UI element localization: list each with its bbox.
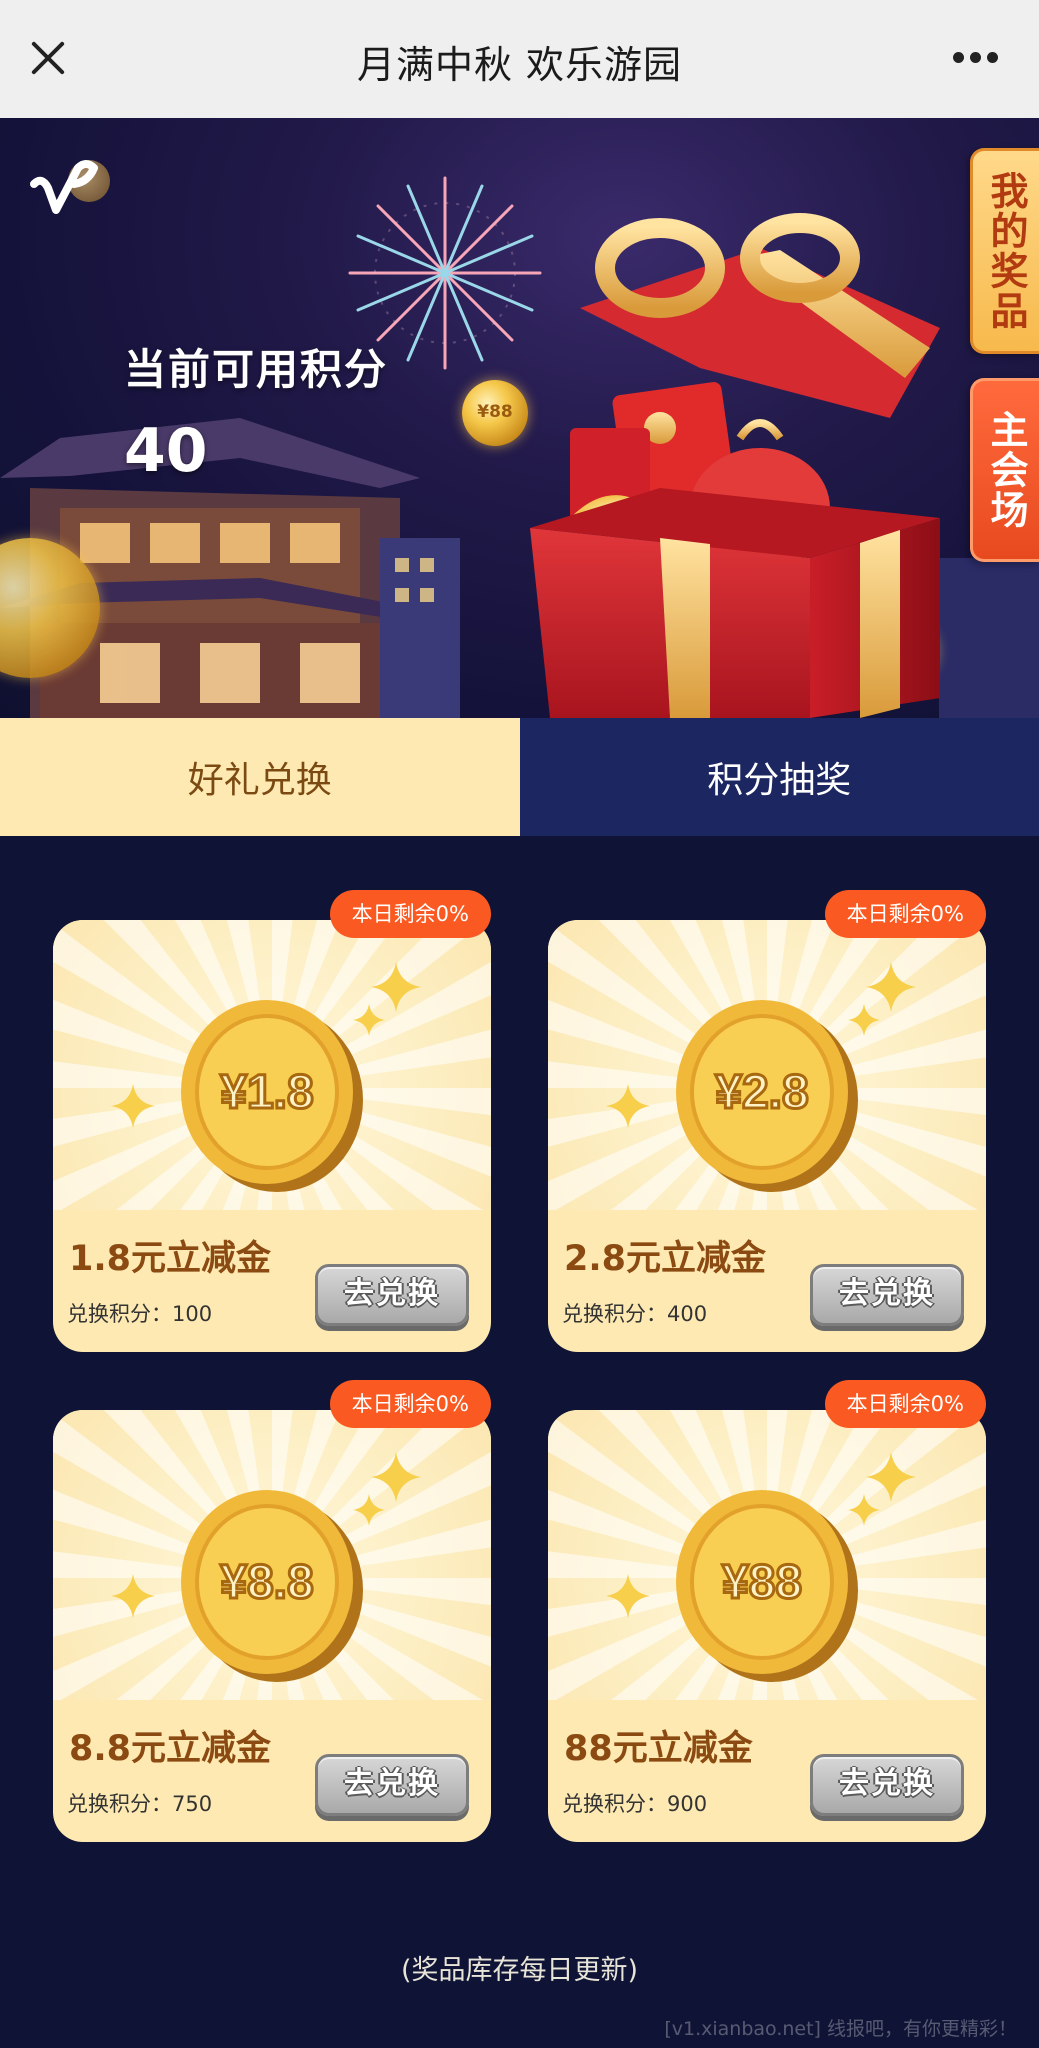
prize-title: 88元立减金 xyxy=(564,1729,753,1769)
logo-icon xyxy=(30,154,110,224)
prize-card: ¥2.8 2.8元立减金 兑换积分：400 去兑换 本日剩余0% xyxy=(548,890,986,1352)
prize-title: 2.8元立减金 xyxy=(564,1239,767,1279)
exchange-cost: 兑换积分：750 xyxy=(67,1792,213,1816)
stock-badge: 本日剩余0% xyxy=(824,890,986,938)
inventory-note: (奖品库存每日更新) xyxy=(400,1955,639,1986)
watermark: [v1.xianbao.net] 线报吧，有你更精彩！ xyxy=(664,2018,1017,2040)
page-title: 月满中秋 欢乐游园 xyxy=(356,43,683,87)
coin-label: ¥2.8 xyxy=(715,1066,808,1119)
redeem-button[interactable]: 去兑换 xyxy=(810,1754,964,1816)
hero-banner: ¥88 当前可用积分 40 我的奖品 主会场 xyxy=(0,118,1039,718)
gift-box-icon xyxy=(530,213,940,718)
tab-points-lottery[interactable]: 积分抽奖 xyxy=(519,718,1039,836)
prize-card: ¥8.8 8.8元立减金 兑换积分：750 去兑换 本日剩余0% xyxy=(53,1380,491,1842)
points-value: 40 xyxy=(124,416,208,486)
prize-title: 1.8元立减金 xyxy=(69,1239,272,1279)
coin-label: ¥1.8 xyxy=(220,1066,313,1119)
tab-gift-exchange[interactable]: 好礼兑换 xyxy=(0,718,520,836)
exchange-cost: 兑换积分：900 xyxy=(562,1792,708,1816)
sparkle-icon xyxy=(606,1574,650,1618)
sparkle-icon xyxy=(111,1084,155,1128)
stock-badge: 本日剩余0% xyxy=(329,890,491,938)
stock-badge: 本日剩余0% xyxy=(329,1380,491,1428)
prize-title: 8.8元立减金 xyxy=(69,1729,272,1769)
main-venue-button[interactable]: 主会场 xyxy=(970,378,1039,562)
points-label: 当前可用积分 xyxy=(124,345,389,394)
coin-icon: ¥8.8 xyxy=(181,1490,363,1682)
prize-card: ¥88 88元立减金 兑换积分：900 去兑换 本日剩余0% xyxy=(548,1380,986,1842)
prize-card: ¥1.8 1.8元立减金 兑换积分：100 去兑换 本日剩余0% xyxy=(53,890,491,1352)
tab-bar: 好礼兑换 积分抽奖 xyxy=(0,718,1039,836)
stock-badge: 本日剩余0% xyxy=(824,1380,986,1428)
coin-label: ¥8.8 xyxy=(220,1556,313,1609)
more-options-icon[interactable] xyxy=(953,52,999,64)
exchange-cost: 兑换积分：400 xyxy=(562,1302,708,1326)
sparkle-icon xyxy=(111,1574,155,1618)
coin-icon: ¥2.8 xyxy=(676,1000,858,1192)
sparkle-icon xyxy=(606,1084,650,1128)
coin-icon: ¥1.8 xyxy=(181,1000,363,1192)
my-prizes-button[interactable]: 我的奖品 xyxy=(970,148,1039,354)
redeem-button[interactable]: 去兑换 xyxy=(315,1754,469,1816)
coin-icon: ¥88 xyxy=(676,1490,858,1682)
redeem-button[interactable]: 去兑换 xyxy=(810,1264,964,1326)
top-nav-bar: 月满中秋 欢乐游园 xyxy=(0,0,1039,119)
coin-label: ¥88 xyxy=(722,1556,802,1609)
redeem-button[interactable]: 去兑换 xyxy=(315,1264,469,1326)
exchange-cost: 兑换积分：100 xyxy=(67,1302,213,1326)
